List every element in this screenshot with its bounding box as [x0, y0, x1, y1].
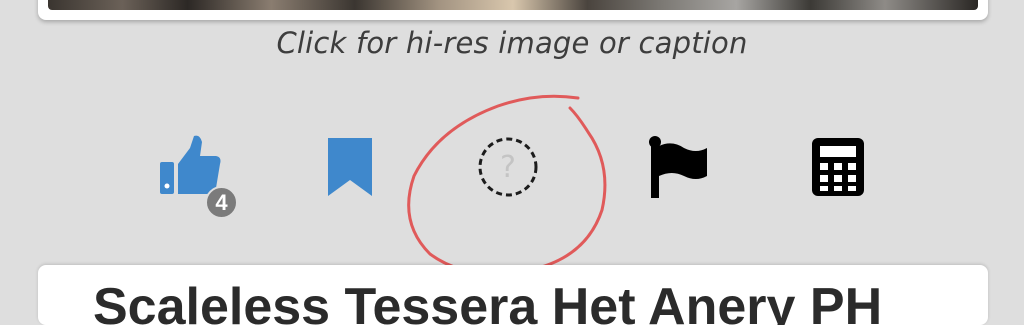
calculator-icon — [812, 138, 864, 196]
page-title: Scaleless Tessera Het Anery PH — [93, 278, 883, 325]
title-card: Scaleless Tessera Het Anery PH — [38, 265, 988, 325]
calculator-button[interactable] — [806, 130, 886, 220]
flag-button[interactable] — [640, 130, 720, 220]
image-caption-link[interactable]: Click for hi-res image or caption — [0, 26, 1024, 60]
question-mark-icon: ? — [478, 137, 538, 197]
like-count-badge: 4 — [205, 186, 238, 219]
photo-image[interactable] — [48, 0, 978, 10]
flag-icon — [649, 136, 707, 198]
like-button[interactable]: 4 — [154, 130, 238, 220]
photo-card[interactable] — [38, 0, 988, 20]
bookmark-button[interactable] — [322, 130, 402, 220]
bookmark-icon — [328, 138, 372, 196]
question-glyph: ? — [500, 150, 516, 185]
unknown-status-button[interactable]: ? — [470, 130, 550, 220]
action-toolbar: 4 ? — [0, 130, 1024, 230]
